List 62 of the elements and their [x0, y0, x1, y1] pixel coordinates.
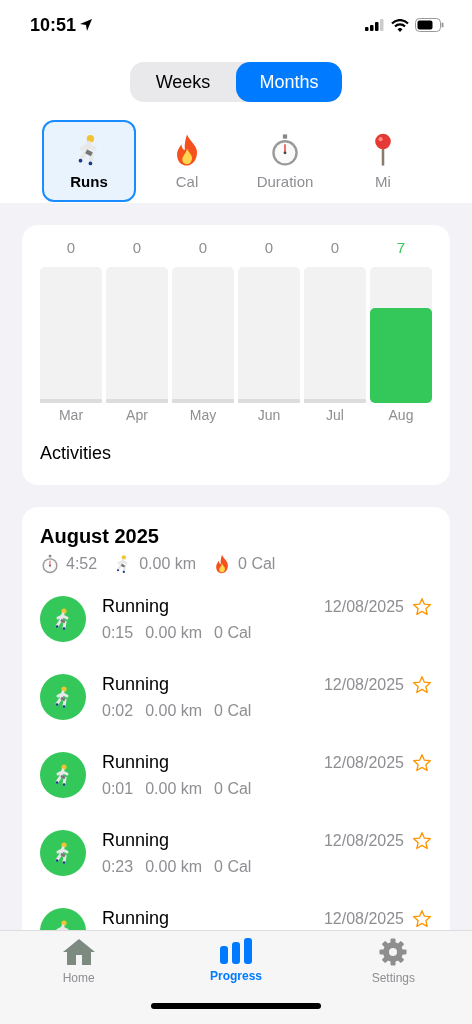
- wifi-icon: [391, 18, 409, 32]
- bar-value-label: 0: [132, 239, 142, 258]
- activity-title: Running: [102, 908, 171, 929]
- tab-bar-item[interactable]: Home: [33, 938, 124, 985]
- activity-stat: 0:01: [102, 780, 134, 798]
- location-arrow-icon: [79, 18, 94, 32]
- activity-stat: 0 Cal: [214, 858, 252, 876]
- activity-date: 12/08/2025: [323, 753, 404, 772]
- bar-month-label: Aug: [388, 407, 414, 423]
- status-time: 10:51: [30, 14, 77, 36]
- bar-month-label: Jul: [326, 407, 344, 423]
- segment-tab[interactable]: Months: [236, 62, 342, 102]
- activity-date: 12/08/2025: [323, 675, 404, 694]
- activity-date: 12/08/2025: [323, 597, 404, 616]
- activity-title: Running: [102, 752, 171, 773]
- activity-stat: 0 Cal: [214, 624, 252, 642]
- activity-title: Running: [102, 674, 171, 695]
- metric-tab[interactable]: Runs: [42, 120, 136, 202]
- bar-month-label: Jun: [257, 407, 281, 423]
- segment-tab[interactable]: Weeks: [130, 62, 236, 102]
- summary-stat: 4:52: [66, 555, 98, 573]
- star-icon[interactable]: [412, 596, 432, 617]
- bar-month-label: May: [189, 407, 217, 423]
- bar-chart-icon: [219, 938, 253, 964]
- bar-value-label: 7: [396, 239, 406, 258]
- bar-month-label: Apr: [126, 407, 148, 423]
- activity-title: Running: [102, 596, 171, 617]
- summary-stat: 0 Cal: [238, 555, 276, 573]
- home-icon: [61, 938, 96, 966]
- bar-value-label: 0: [264, 239, 274, 258]
- activity-stat: 0.00 km: [145, 624, 203, 642]
- tab-bar-item[interactable]: Progress: [191, 938, 281, 985]
- activity-stat: 0.00 km: [145, 702, 203, 720]
- activity-date: 12/08/2025: [323, 909, 404, 928]
- activity-stat: 0:23: [102, 858, 134, 876]
- bar-month-label: Mar: [58, 407, 84, 423]
- activity-title: Running: [102, 830, 171, 851]
- bar-value-label: 0: [66, 239, 76, 258]
- activity-stat: 0.00 km: [145, 858, 203, 876]
- activity-stat: 0 Cal: [214, 702, 252, 720]
- month-title: August 2025: [40, 525, 160, 548]
- activity-date: 12/08/2025: [323, 831, 404, 850]
- metric-tab[interactable]: Duration: [238, 120, 332, 202]
- battery-icon: [415, 18, 444, 32]
- bar-value-label: 0: [330, 239, 340, 258]
- activity-stat: 0 Cal: [214, 780, 252, 798]
- activity-stat: 0:02: [102, 702, 134, 720]
- metric-tab[interactable]: Mi: [336, 120, 430, 202]
- tab-bar-item[interactable]: Settings: [348, 938, 439, 985]
- stopwatch-icon: [40, 554, 60, 574]
- star-icon[interactable]: [412, 752, 432, 773]
- metric-tab[interactable]: Cal: [140, 120, 234, 202]
- star-icon[interactable]: [412, 908, 432, 929]
- activity-stat: 0.00 km: [145, 780, 203, 798]
- star-icon[interactable]: [412, 830, 432, 851]
- settings-icon: [379, 938, 408, 966]
- summary-stat: 0.00 km: [139, 555, 197, 573]
- chart-title: Activities: [40, 443, 112, 464]
- cellular-signal-icon: [365, 19, 385, 31]
- activity-stat: 0:15: [102, 624, 134, 642]
- star-icon[interactable]: [412, 674, 432, 695]
- bar-value-label: 0: [198, 239, 208, 258]
